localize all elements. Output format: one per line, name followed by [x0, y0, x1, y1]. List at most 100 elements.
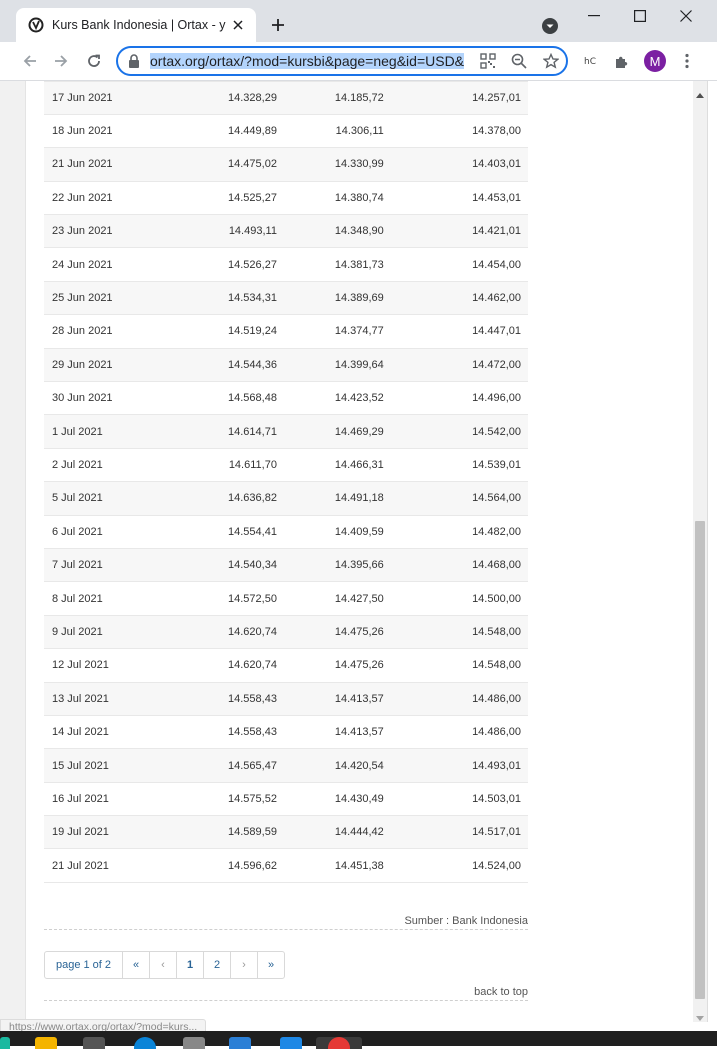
middle-rate-cell: 14.548,00 [383, 615, 528, 650]
date-cell: 7 Jul 2021 [44, 548, 178, 583]
middle-rate-cell: 14.503,01 [383, 782, 528, 817]
hc-extension-icon[interactable]: hC [582, 54, 598, 70]
buy-rate-cell: 14.451,38 [276, 848, 384, 883]
back-to-top-link[interactable]: back to top [44, 986, 528, 1001]
date-cell: 12 Jul 2021 [44, 648, 178, 683]
buy-rate-cell: 14.380,74 [276, 181, 384, 216]
page-scrollbar[interactable] [693, 81, 707, 1022]
buy-rate-cell: 14.413,57 [276, 715, 384, 750]
table-row: 22 Jun 2021 14.525,27 14.380,74 14.453,01 [44, 181, 528, 216]
table-row: 23 Jun 2021 14.493,11 14.348,90 14.421,01 [44, 214, 528, 249]
zoom-out-icon[interactable] [510, 52, 528, 70]
back-arrow-icon[interactable] [20, 51, 40, 71]
middle-rate-cell: 14.517,01 [383, 815, 528, 850]
table-row: 19 Jul 2021 14.589,59 14.444,42 14.517,01 [44, 815, 528, 850]
date-cell: 23 Jun 2021 [44, 214, 178, 249]
page-viewport: 17 Jun 2021 14.328,29 14.185,72 14.257,01 18… [0, 81, 693, 1022]
table-row: 1 Jul 2021 14.614,71 14.469,29 14.542,00 [44, 414, 528, 449]
middle-rate-cell: 14.486,00 [383, 715, 528, 750]
sell-rate-cell: 14.540,34 [177, 548, 277, 583]
middle-rate-cell: 14.486,00 [383, 682, 528, 716]
table-row: 24 Jun 2021 14.526,27 14.381,73 14.454,00 [44, 247, 528, 282]
ortax-favicon-icon [28, 17, 44, 33]
date-cell: 9 Jul 2021 [44, 615, 178, 650]
close-window-icon[interactable] [666, 6, 706, 26]
tab-strip: Kurs Bank Indonesia | Ortax - you [0, 0, 717, 42]
first-page-button[interactable]: « [123, 952, 150, 978]
taskbar-app-icon[interactable] [0, 1037, 10, 1049]
prev-page-button[interactable]: ‹ [150, 952, 177, 978]
middle-rate-cell: 14.454,00 [383, 247, 528, 282]
last-page-button[interactable]: » [258, 952, 284, 978]
tab-search-icon[interactable] [541, 17, 559, 35]
table-row: 29 Jun 2021 14.544,36 14.399,64 14.472,00 [44, 348, 528, 383]
buy-rate-cell: 14.374,77 [276, 314, 384, 349]
vscode-icon[interactable] [229, 1037, 251, 1049]
sell-rate-cell: 14.589,59 [177, 815, 277, 850]
date-cell: 14 Jul 2021 [44, 715, 178, 750]
table-row: 12 Jul 2021 14.620,74 14.475,26 14.548,00 [44, 648, 528, 683]
scroll-up-arrow-icon[interactable] [696, 85, 704, 103]
buy-rate-cell: 14.427,50 [276, 581, 384, 616]
table-row: 13 Jul 2021 14.558,43 14.413,57 14.486,00 [44, 682, 528, 716]
file-explorer-icon[interactable] [35, 1037, 57, 1049]
date-cell: 21 Jul 2021 [44, 848, 178, 883]
buy-rate-cell: 14.185,72 [276, 81, 384, 115]
sell-rate-cell: 14.558,43 [177, 715, 277, 750]
date-cell: 8 Jul 2021 [44, 581, 178, 616]
profile-avatar[interactable]: M [644, 50, 666, 72]
date-cell: 16 Jul 2021 [44, 782, 178, 817]
scroll-thumb[interactable] [695, 521, 705, 999]
browser-tab[interactable]: Kurs Bank Indonesia | Ortax - you [16, 8, 256, 42]
page-2-button[interactable]: 2 [204, 952, 231, 978]
buy-rate-cell: 14.381,73 [276, 247, 384, 282]
sell-rate-cell: 14.565,47 [177, 748, 277, 783]
terminal-icon[interactable] [83, 1037, 105, 1049]
table-row: 5 Jul 2021 14.636,82 14.491,18 14.564,00 [44, 481, 528, 516]
date-cell: 6 Jul 2021 [44, 515, 178, 549]
date-cell: 25 Jun 2021 [44, 281, 178, 316]
sell-rate-cell: 14.534,31 [177, 281, 277, 316]
word-icon[interactable] [280, 1037, 302, 1049]
sell-rate-cell: 14.611,70 [177, 448, 277, 483]
buy-rate-cell: 14.389,69 [276, 281, 384, 316]
sell-rate-cell: 14.575,52 [177, 782, 277, 817]
buy-rate-cell: 14.475,26 [276, 648, 384, 683]
reload-icon[interactable] [84, 51, 104, 71]
browser-toolbar: ortax.org/ortax/?mod=kursbi&page=neg&id=… [0, 42, 717, 81]
address-bar[interactable]: ortax.org/ortax/?mod=kursbi&page=neg&id=… [116, 46, 568, 76]
settings-icon[interactable] [183, 1037, 205, 1049]
middle-rate-cell: 14.453,01 [383, 181, 528, 216]
url-text[interactable]: ortax.org/ortax/?mod=kursbi&page=neg&id=… [150, 52, 468, 70]
buy-rate-cell: 14.306,11 [276, 114, 384, 149]
middle-rate-cell: 14.493,01 [383, 748, 528, 783]
date-cell: 13 Jul 2021 [44, 682, 178, 716]
sell-rate-cell: 14.568,48 [177, 381, 277, 416]
qr-code-icon[interactable] [479, 52, 497, 70]
middle-rate-cell: 14.472,00 [383, 348, 528, 383]
maximize-icon[interactable] [620, 6, 660, 26]
close-tab-icon[interactable] [230, 17, 246, 33]
buy-rate-cell: 14.491,18 [276, 481, 384, 516]
middle-rate-cell: 14.462,00 [383, 281, 528, 316]
new-tab-icon[interactable] [268, 15, 288, 35]
sell-rate-cell: 14.493,11 [177, 214, 277, 249]
edge-icon[interactable] [134, 1037, 156, 1049]
forward-arrow-icon[interactable] [51, 51, 71, 71]
page-1-button[interactable]: 1 [177, 952, 204, 978]
table-row: 8 Jul 2021 14.572,50 14.427,50 14.500,00 [44, 581, 528, 616]
bookmark-star-icon[interactable] [542, 52, 560, 70]
table-row: 9 Jul 2021 14.620,74 14.475,26 14.548,00 [44, 615, 528, 650]
table-row: 18 Jun 2021 14.449,89 14.306,11 14.378,00 [44, 114, 528, 149]
date-cell: 2 Jul 2021 [44, 448, 178, 483]
date-cell: 29 Jun 2021 [44, 348, 178, 383]
window-border [707, 81, 717, 1022]
next-page-button[interactable]: › [231, 952, 258, 978]
menu-kebab-icon[interactable] [680, 52, 694, 70]
extensions-puzzle-icon[interactable] [614, 54, 630, 70]
minimize-icon[interactable] [574, 6, 614, 26]
middle-rate-cell: 14.500,00 [383, 581, 528, 616]
scroll-down-arrow-icon[interactable] [696, 1009, 704, 1027]
lock-icon[interactable] [128, 54, 142, 68]
table-row: 7 Jul 2021 14.540,34 14.395,66 14.468,00 [44, 548, 528, 583]
